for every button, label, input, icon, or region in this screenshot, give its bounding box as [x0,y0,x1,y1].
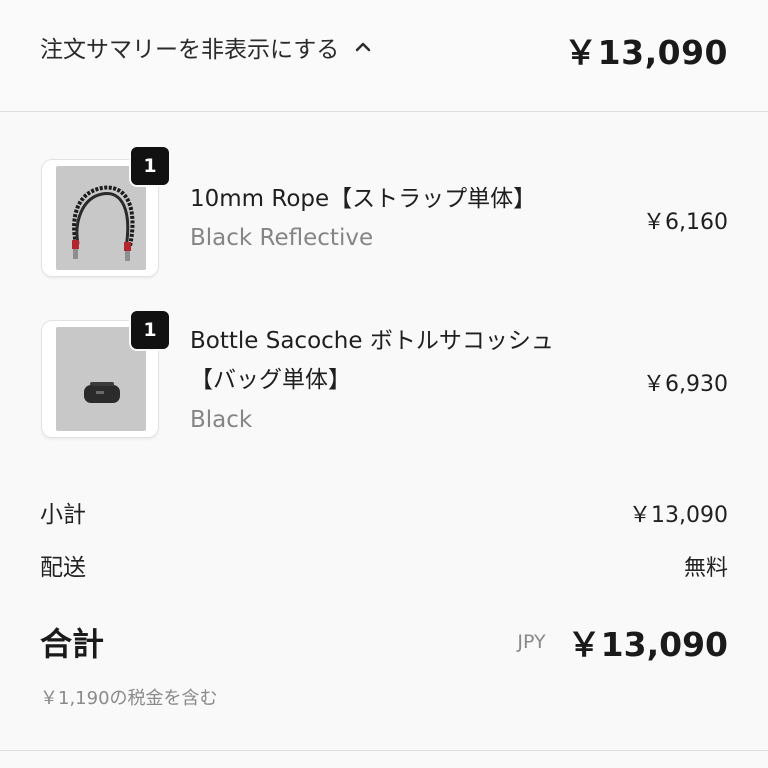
chevron-up-icon [356,42,371,52]
shipping-row: 配送 無料 [40,548,728,582]
quantity-badge: 1 [131,311,169,349]
divider [0,750,768,751]
total-amount: ￥13,090 [567,625,728,664]
header-order-total: ￥13,090 [564,33,728,72]
order-summary-header: 注文サマリーを非表示にする ￥13,090 [0,0,768,112]
subtotal-label: 小計 [40,502,86,528]
tax-note: ￥1,190の税金を含む [40,688,218,709]
shipping-value: 無料 [683,556,728,581]
quantity-badge: 1 [131,147,169,185]
currency-code: JPY [517,631,546,653]
toggle-label: 注文サマリーを非表示にする [40,37,340,63]
product-name: 10mm Rope【ストラップ単体】 [190,186,537,212]
subtotal-row: 小計 ￥13,090 [40,495,728,529]
subtotal-value: ￥13,090 [629,503,728,528]
total-row: 合計 JPY ￥13,090 [40,618,728,666]
shipping-label: 配送 [40,555,86,581]
total-amount-group: JPY ￥13,090 [517,618,728,666]
total-label: 合計 [40,625,105,663]
product-price: ￥6,160 [643,210,728,235]
hide-order-summary-toggle[interactable]: 注文サマリーを非表示にする [40,30,373,64]
product-variant: Black Reflective [190,225,374,251]
product-name-line1: Bottle Sacoche ボトルサコッシュ [190,328,554,354]
product-variant: Black [190,407,253,433]
product-name-line2: 【バッグ単体】 [190,367,351,393]
product-price: ￥6,930 [643,372,728,397]
